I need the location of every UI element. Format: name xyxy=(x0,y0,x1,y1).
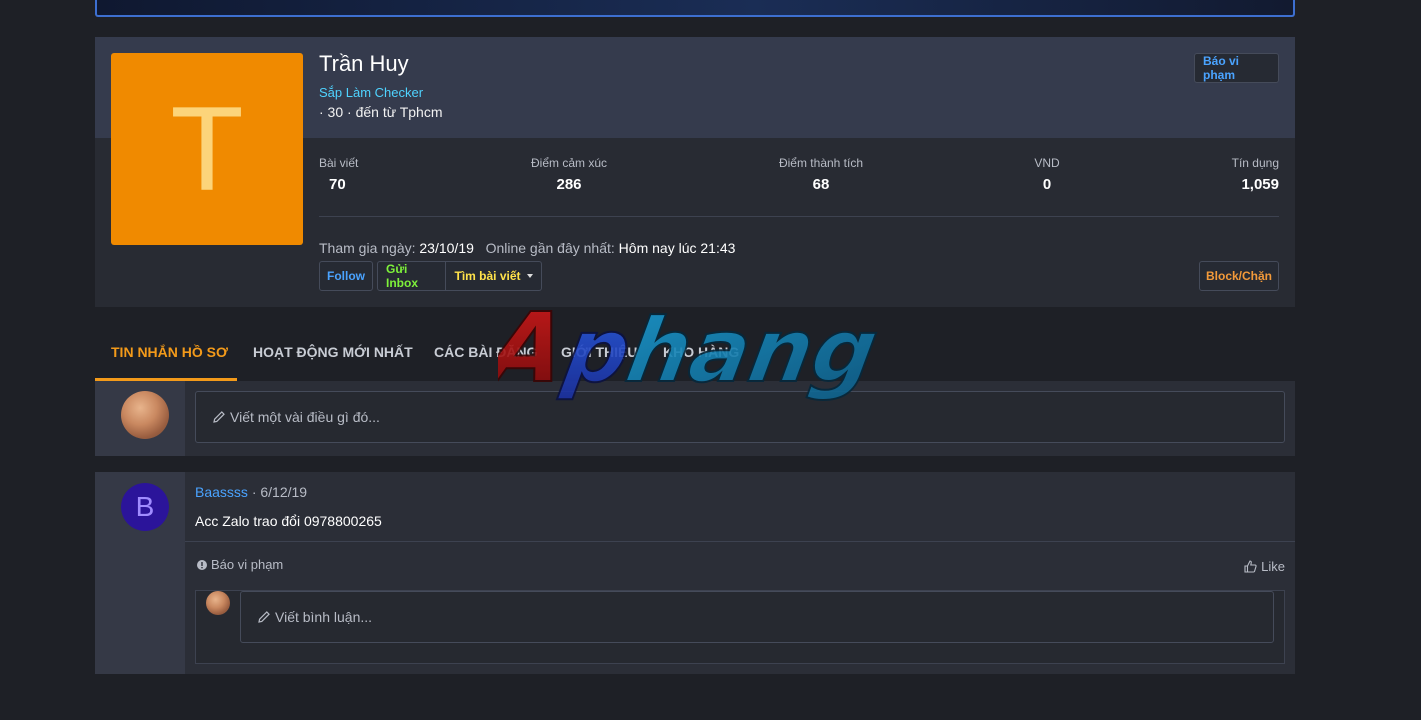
stats-divider xyxy=(319,216,1279,217)
message-body: Acc Zalo trao đổi 0978800265 xyxy=(195,513,382,529)
status-composer: Viết một vài điều gì đó... xyxy=(95,381,1295,456)
profile-stats: Bài viết 70 Điểm cảm xúc 286 Điểm thành … xyxy=(319,156,1279,216)
profile-name: Trần Huy xyxy=(319,51,409,76)
composer-avatar-column xyxy=(95,381,185,456)
profile-card: T Trần Huy Sắp Làm Checker · 30 · đến từ… xyxy=(95,37,1295,307)
pencil-icon xyxy=(258,611,270,623)
top-banner xyxy=(95,0,1295,17)
stat-value: 70 xyxy=(329,176,346,193)
alert-circle-icon xyxy=(197,559,207,570)
report-button[interactable]: Báo vi phạm xyxy=(1194,53,1279,83)
message-meta: Baassss · 6/12/19 xyxy=(195,484,307,500)
stat-credit: Tín dụng 1,059 xyxy=(1232,156,1279,193)
stat-vnd: VND 0 xyxy=(1031,156,1063,193)
message-report-label: Báo vi phạm xyxy=(211,557,284,572)
pencil-icon xyxy=(213,411,225,423)
author-avatar[interactable]: B xyxy=(121,483,169,531)
join-info: Tham gia ngày: 23/10/19 Online gần đây n… xyxy=(319,240,735,256)
status-input[interactable]: Viết một vài điều gì đó... xyxy=(195,391,1285,443)
profile-tabs: TIN NHẮN HỒ SƠ HOẠT ĐỘNG MỚI NHẤT CÁC BÀ… xyxy=(95,330,1295,381)
comment-placeholder: Viết bình luận... xyxy=(275,609,373,625)
find-posts-button[interactable]: Tìm bài viết xyxy=(446,261,542,291)
join-label: Tham gia ngày: xyxy=(319,240,416,256)
comment-input[interactable]: Viết bình luận... xyxy=(240,591,1274,643)
message-avatar-column: B xyxy=(95,472,185,674)
stat-value: 68 xyxy=(812,176,830,193)
tab-postings[interactable]: CÁC BÀI ĐĂNG xyxy=(434,344,537,360)
online-value: Hôm nay lúc 21:43 xyxy=(618,240,736,256)
stat-label: Tín dụng xyxy=(1231,156,1279,170)
author-link[interactable]: Baassss xyxy=(195,484,248,500)
message-report-link[interactable]: Báo vi phạm xyxy=(197,557,283,572)
online-label: Online gần đây nhất: xyxy=(485,240,615,256)
stat-label: Điểm thành tích xyxy=(778,156,864,170)
user-title: Sắp Làm Checker xyxy=(319,85,424,100)
caret-down-icon xyxy=(526,274,533,278)
tab-about[interactable]: GIỚI THIỆU xyxy=(561,344,638,360)
stat-value: 286 xyxy=(556,176,582,193)
stat-posts[interactable]: Bài viết 70 xyxy=(319,156,358,193)
follow-button[interactable]: Follow xyxy=(319,261,373,291)
tab-inventory[interactable]: KHO HÀNG xyxy=(663,344,739,360)
tab-profile-posts[interactable]: TIN NHẮN HỒ SƠ xyxy=(111,344,228,360)
profile-actions: Follow Gửi Inbox Tìm bài viết xyxy=(319,261,542,291)
stat-label: Bài viết xyxy=(319,156,359,170)
message-divider xyxy=(185,541,1295,542)
find-posts-label: Tìm bài viết xyxy=(454,269,521,283)
like-button[interactable]: Like xyxy=(1244,559,1285,574)
block-button[interactable]: Block/Chặn xyxy=(1199,261,1279,291)
comment-area: Viết bình luận... xyxy=(195,590,1285,664)
profile-message: B Baassss · 6/12/19 Acc Zalo trao đổi 09… xyxy=(95,472,1295,674)
comment-avatar[interactable] xyxy=(206,591,230,615)
status-placeholder: Viết một vài điều gì đó... xyxy=(230,409,380,425)
tab-latest-activity[interactable]: HOẠT ĐỘNG MỚI NHẤT xyxy=(253,344,413,360)
join-date: 23/10/19 xyxy=(419,240,474,256)
user-info: · 30 · đến từ Tphcm xyxy=(319,104,443,120)
stat-label: Điểm cảm xúc xyxy=(530,156,607,170)
stat-label: VND xyxy=(1034,156,1060,170)
like-label: Like xyxy=(1261,559,1285,574)
profile-avatar[interactable]: T xyxy=(111,53,303,245)
stat-value: 1,059 xyxy=(1241,176,1279,193)
stat-value: 0 xyxy=(1042,176,1052,193)
current-user-avatar[interactable] xyxy=(121,391,169,439)
thumbs-up-icon xyxy=(1244,560,1257,573)
stat-reactions[interactable]: Điểm cảm xúc 286 xyxy=(530,156,608,193)
message-date[interactable]: · 6/12/19 xyxy=(252,484,307,500)
send-inbox-button[interactable]: Gửi Inbox xyxy=(377,261,446,291)
stat-achievements[interactable]: Điểm thành tích 68 xyxy=(778,156,864,193)
